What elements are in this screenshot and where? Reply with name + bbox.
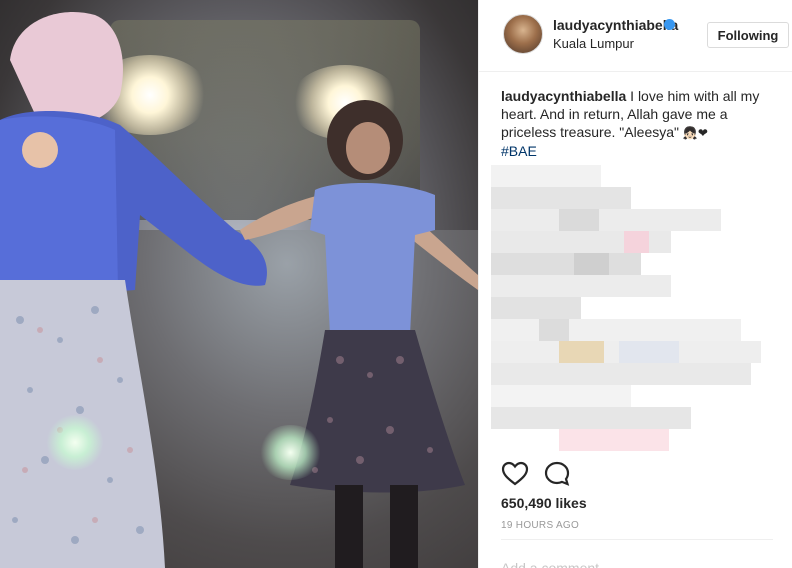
hashtag-link[interactable]: #BAE	[501, 142, 781, 160]
likes-count[interactable]: 650,490 likes	[501, 495, 587, 511]
post-actions	[479, 460, 792, 490]
divider	[501, 539, 773, 540]
lens-flare	[258, 425, 323, 480]
post-header: laudyacynthiabella Kuala Lumpur Followin…	[479, 0, 792, 72]
comment-input[interactable]	[501, 556, 771, 568]
post-caption: laudyacynthiabella I love him with all m…	[501, 87, 781, 160]
username-link[interactable]: laudyacynthiabella	[553, 17, 678, 33]
caption-emoji: 👧🏻❤	[682, 126, 708, 140]
lens-flare	[45, 415, 105, 470]
avatar[interactable]	[503, 14, 543, 54]
verified-badge-icon	[664, 19, 675, 30]
girl-figure	[240, 100, 478, 568]
caption-username[interactable]: laudyacynthiabella	[501, 88, 626, 104]
mother-figure	[0, 12, 267, 568]
post-photo[interactable]	[0, 0, 478, 568]
pixelated-comments-area	[479, 165, 792, 460]
post-details-panel: laudyacynthiabella Kuala Lumpur Followin…	[478, 0, 792, 568]
following-button[interactable]: Following	[707, 22, 789, 48]
location-link[interactable]: Kuala Lumpur	[553, 36, 634, 51]
heart-outline-icon[interactable]	[501, 460, 529, 488]
speech-bubble-icon[interactable]	[543, 460, 571, 488]
post-timestamp[interactable]: 19 HOURS AGO	[501, 520, 579, 531]
